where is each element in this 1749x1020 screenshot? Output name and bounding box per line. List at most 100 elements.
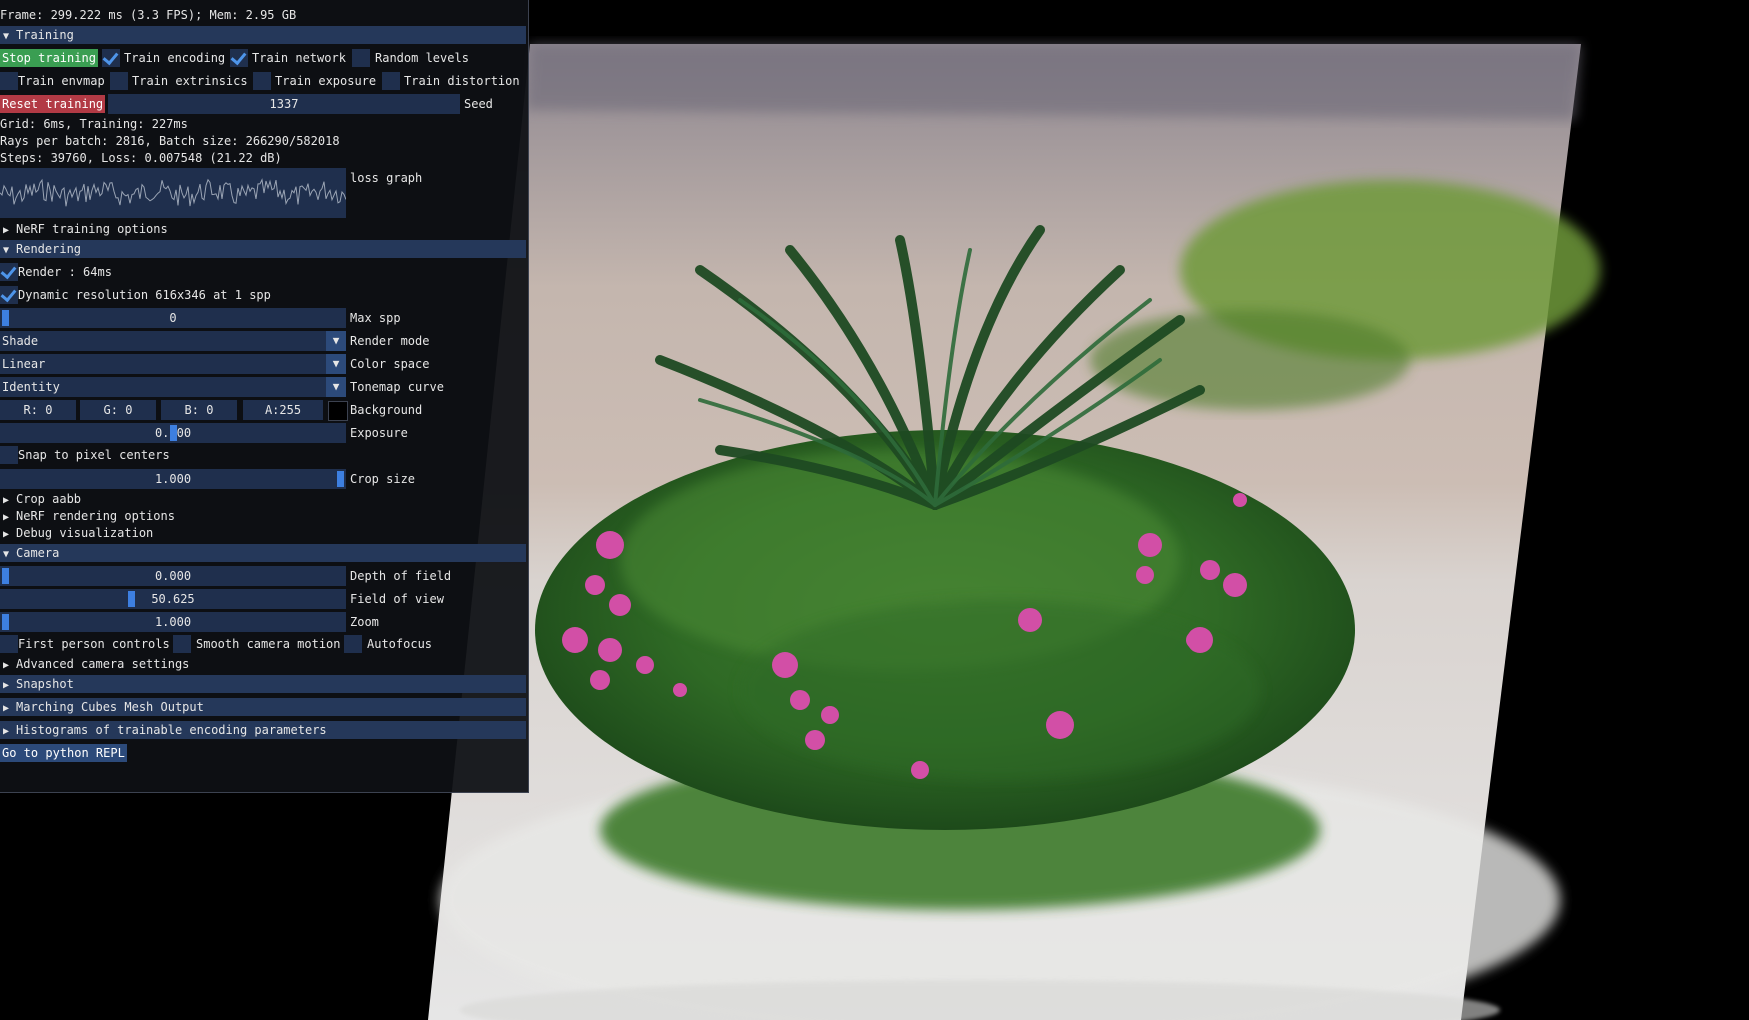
smooth-motion-checkbox[interactable]: [173, 635, 191, 653]
crop-size-label: Crop size: [350, 472, 416, 486]
train-distortion-checkbox[interactable]: [382, 72, 400, 90]
caret-right-icon: ▶: [2, 703, 10, 714]
train-network-checkbox[interactable]: [230, 49, 248, 67]
color-space-combo[interactable]: Linear ▼: [0, 354, 346, 374]
train-exposure-label: Train exposure: [275, 74, 377, 88]
field-of-view-value: 50.625: [151, 592, 195, 606]
zoom-value: 1.000: [154, 615, 192, 629]
python-repl-button[interactable]: Go to python REPL: [0, 744, 127, 762]
timing-stats: Grid: 6ms, Training: 227ms: [0, 117, 188, 131]
field-of-view-grab[interactable]: [128, 591, 135, 607]
render-mode-label: Render mode: [350, 334, 430, 348]
autofocus-checkbox[interactable]: [344, 635, 362, 653]
stop-training-button[interactable]: Stop training: [0, 49, 98, 67]
tonemap-curve-label: Tonemap curve: [350, 380, 444, 394]
nerf-rendering-options-node[interactable]: ▶ NeRF rendering options: [0, 508, 175, 525]
caret-right-icon: ▶: [2, 529, 10, 540]
chevron-down-icon[interactable]: ▼: [326, 377, 346, 397]
max-spp-label: Max spp: [350, 311, 401, 325]
background-label: Background: [350, 403, 423, 417]
caret-right-icon: ▶: [2, 225, 10, 236]
debug-visualization-node[interactable]: ▶ Debug visualization: [0, 525, 153, 542]
max-spp-slider[interactable]: 0: [0, 308, 346, 328]
caret-down-icon: ▼: [2, 245, 10, 256]
nerf-training-options-node[interactable]: ▶ NeRF training options: [0, 221, 168, 238]
tonemap-curve-combo[interactable]: Identity ▼: [0, 377, 346, 397]
dynamic-resolution-label: Dynamic resolution 616x346 at 1 spp: [18, 288, 271, 302]
steps-loss-stats: Steps: 39760, Loss: 0.007548 (21.22 dB): [0, 151, 282, 165]
caret-right-icon: ▶: [2, 660, 10, 671]
random-levels-checkbox[interactable]: [352, 49, 370, 67]
crop-aabb-node[interactable]: ▶ Crop aabb: [0, 491, 81, 508]
chevron-down-icon[interactable]: ▼: [326, 354, 346, 374]
camera-header[interactable]: ▼ Camera: [0, 544, 526, 562]
depth-of-field-slider[interactable]: 0.000: [0, 566, 346, 586]
max-spp-grab[interactable]: [2, 310, 9, 326]
train-envmap-checkbox[interactable]: [0, 72, 18, 90]
background-b-input[interactable]: B: 0: [161, 400, 237, 420]
chevron-down-icon[interactable]: ▼: [326, 331, 346, 351]
caret-down-icon: ▼: [2, 31, 10, 42]
seed-label: Seed: [464, 97, 493, 111]
reset-training-button[interactable]: Reset training: [0, 95, 106, 113]
train-encoding-label: Train encoding: [124, 51, 226, 65]
field-of-view-slider[interactable]: 50.625: [0, 589, 346, 609]
snap-pixel-centers-checkbox[interactable]: [0, 446, 18, 464]
tonemap-curve-value: Identity: [2, 380, 60, 394]
render-checkbox[interactable]: [0, 263, 18, 281]
loss-graph[interactable]: [0, 168, 347, 218]
depth-of-field-grab[interactable]: [2, 568, 9, 584]
field-of-view-label: Field of view: [350, 592, 444, 606]
depth-of-field-label: Depth of field: [350, 569, 452, 583]
background-g-input[interactable]: G: 0: [80, 400, 156, 420]
train-exposure-checkbox[interactable]: [253, 72, 271, 90]
seed-input[interactable]: 1337: [108, 94, 460, 114]
loss-graph-trace: [0, 178, 347, 207]
caret-down-icon: ▼: [2, 549, 10, 560]
loss-graph-plot: [0, 178, 347, 207]
marching-cubes-header[interactable]: ▶ Marching Cubes Mesh Output: [0, 698, 526, 716]
render-mode-combo[interactable]: Shade ▼: [0, 331, 346, 351]
exposure-slider[interactable]: 0.000: [0, 423, 346, 443]
frame-stats: Frame: 299.222 ms (3.3 FPS); Mem: 2.95 G…: [0, 8, 297, 22]
depth-of-field-value: 0.000: [154, 569, 192, 583]
crop-size-slider[interactable]: 1.000: [0, 469, 346, 489]
random-levels-label: Random levels: [375, 51, 469, 65]
color-space-value: Linear: [2, 357, 46, 371]
render-label: Render : 64ms: [18, 265, 112, 279]
exposure-label: Exposure: [350, 426, 408, 440]
snapshot-header[interactable]: ▶ Snapshot: [0, 675, 526, 693]
batch-stats: Rays per batch: 2816, Batch size: 266290…: [0, 134, 340, 148]
smooth-motion-label: Smooth camera motion: [196, 637, 341, 651]
control-panel: Frame: 299.222 ms (3.3 FPS); Mem: 2.95 G…: [0, 0, 529, 793]
train-extrinsics-label: Train extrinsics: [132, 74, 248, 88]
color-space-label: Color space: [350, 357, 430, 371]
zoom-slider[interactable]: 1.000: [0, 612, 346, 632]
training-header[interactable]: ▼ Training: [0, 26, 526, 44]
max-spp-value: 0: [169, 311, 177, 325]
caret-right-icon: ▶: [2, 495, 10, 506]
crop-size-value: 1.000: [154, 472, 192, 486]
train-envmap-label: Train envmap: [18, 74, 105, 88]
background-a-input[interactable]: A:255: [243, 400, 323, 420]
rendering-header[interactable]: ▼ Rendering: [0, 240, 526, 258]
zoom-grab[interactable]: [2, 614, 9, 630]
loss-graph-label: loss graph: [350, 171, 423, 185]
caret-right-icon: ▶: [2, 512, 10, 523]
advanced-camera-settings-node[interactable]: ▶ Advanced camera settings: [0, 656, 189, 673]
caret-right-icon: ▶: [2, 680, 10, 691]
snap-pixel-centers-label: Snap to pixel centers: [18, 448, 170, 462]
train-encoding-checkbox[interactable]: [102, 49, 120, 67]
dynamic-resolution-checkbox[interactable]: [0, 286, 18, 304]
background-color-swatch[interactable]: [328, 401, 348, 421]
exposure-grab[interactable]: [170, 425, 177, 441]
render-mode-value: Shade: [2, 334, 39, 348]
train-distortion-label: Train distortion: [404, 74, 520, 88]
train-extrinsics-checkbox[interactable]: [110, 72, 128, 90]
first-person-label: First person controls: [18, 637, 170, 651]
train-network-label: Train network: [252, 51, 346, 65]
first-person-checkbox[interactable]: [0, 635, 18, 653]
histograms-header[interactable]: ▶ Histograms of trainable encoding parame…: [0, 721, 526, 739]
crop-size-grab[interactable]: [337, 471, 344, 487]
background-r-input[interactable]: R: 0: [0, 400, 76, 420]
